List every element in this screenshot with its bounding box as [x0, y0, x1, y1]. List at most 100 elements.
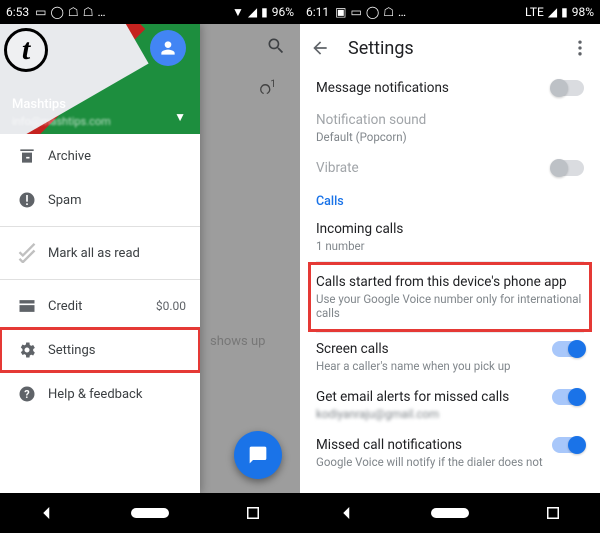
drawer-item-label: Spam	[40, 193, 186, 208]
setting-title: Calls started from this device's phone a…	[316, 274, 584, 290]
drawer-item-spam[interactable]: Spam	[0, 178, 200, 222]
toggle[interactable]	[552, 389, 584, 405]
msg-icon: ▭	[35, 5, 46, 19]
phone-left: 6:53 ▭ ◯ ☖ ☖ … ▼ ◢ ▮ 96% റ1 shows up	[0, 0, 300, 533]
overflow-icon[interactable]	[570, 38, 590, 58]
credit-icon	[14, 296, 40, 316]
account-name: Mashtips	[12, 97, 66, 112]
signal-icon: ◢	[248, 5, 257, 19]
app-body: റ1 shows up Mashtips info@mashtips.com ▼…	[0, 24, 300, 493]
setting-title: Missed call notifications	[316, 437, 584, 453]
archive-icon	[14, 146, 40, 166]
status-bar: 6:11 ▣ ▭ ◯ ☖ … LTE ◢ ▮ 98%	[300, 0, 600, 24]
back-icon[interactable]	[338, 504, 356, 522]
drawer-item-label: Archive	[40, 149, 186, 164]
setting-message-notifications[interactable]: Message notifications	[316, 72, 584, 104]
watermark: t	[4, 28, 48, 72]
setting-title: Screen calls	[316, 341, 584, 357]
account-email: info@mashtips.com	[12, 115, 111, 128]
more-icon: …	[97, 5, 105, 19]
settings-body: Settings Message notifications Notificat…	[300, 24, 600, 493]
page-title: Settings	[348, 38, 570, 59]
battery-pct: 96%	[272, 5, 294, 19]
recents-icon[interactable]	[244, 504, 262, 522]
setting-incoming-calls[interactable]: Incoming calls 1 number	[316, 213, 584, 261]
toggle[interactable]	[552, 80, 584, 96]
chevron-down-icon[interactable]: ▼	[174, 110, 186, 124]
setting-email-alerts[interactable]: Get email alerts for missed calls kodiya…	[316, 381, 584, 429]
setting-subtitle: Google Voice will notify if the dialer d…	[316, 455, 584, 469]
setting-screen-calls[interactable]: Screen calls Hear a caller's name when y…	[316, 333, 584, 381]
battery-icon: ▮	[561, 5, 568, 19]
home-pill[interactable]	[131, 508, 169, 518]
help-icon: ?	[14, 384, 40, 404]
setting-subtitle: Default (Popcorn)	[316, 130, 584, 144]
status-right-icons: LTE ◢ ▮ 98%	[525, 5, 594, 19]
setting-vibrate: Vibrate	[316, 152, 584, 184]
drawer-item-archive[interactable]: Archive	[0, 134, 200, 178]
person-icon	[158, 38, 178, 58]
setting-title: Vibrate	[316, 160, 584, 176]
drawer-item-credit[interactable]: Credit $0.00	[0, 284, 200, 328]
drawer-item-label: Settings	[40, 343, 186, 358]
phone-right: 6:11 ▣ ▭ ◯ ☖ … LTE ◢ ▮ 98% Settings Mess…	[300, 0, 600, 533]
whatsapp-icon: ◯	[50, 5, 63, 19]
drawer-item-settings[interactable]: Settings	[0, 328, 200, 372]
voicemail-icon: ☖	[68, 5, 79, 19]
status-notif-icons: ▣ ▭ ◯ ☖ …	[335, 5, 525, 19]
nav-drawer: Mashtips info@mashtips.com ▼ Archive Spa…	[0, 24, 200, 493]
avatar[interactable]	[150, 30, 186, 66]
home-pill[interactable]	[431, 508, 469, 518]
empty-state-text: shows up	[210, 334, 265, 349]
wifi-icon: ▼	[232, 5, 244, 19]
back-arrow-icon[interactable]	[310, 38, 330, 58]
setting-title: Get email alerts for missed calls	[316, 389, 584, 405]
compose-fab[interactable]	[234, 431, 282, 479]
toggle[interactable]	[552, 437, 584, 453]
setting-notification-sound: Notification sound Default (Popcorn)	[316, 104, 584, 152]
drawer-scrim[interactable]	[200, 24, 300, 493]
setting-subtitle: Hear a caller's name when you pick up	[316, 359, 584, 373]
image-icon: ▣	[335, 5, 346, 19]
setting-title: Message notifications	[316, 80, 584, 96]
setting-missed-notifications[interactable]: Missed call notifications Google Voice w…	[316, 429, 584, 477]
back-icon[interactable]	[38, 504, 56, 522]
section-header-calls: Calls	[316, 184, 584, 213]
svg-text:?: ?	[24, 388, 29, 401]
status-bar: 6:53 ▭ ◯ ☖ ☖ … ▼ ◢ ▮ 96%	[0, 0, 300, 24]
setting-phone-app-calls[interactable]: Calls started from this device's phone a…	[312, 266, 588, 328]
setting-subtitle: Use your Google Voice number only for in…	[316, 292, 584, 320]
status-right-icons: ▼ ◢ ▮ 96%	[232, 5, 294, 19]
drawer-item-label: Mark all as read	[40, 246, 186, 261]
status-notif-icons: ▭ ◯ ☖ ☖ …	[35, 5, 232, 19]
voicemail-icon: ☖	[383, 5, 394, 19]
android-navbar	[0, 493, 300, 533]
drawer-item-help[interactable]: ? Help & feedback	[0, 372, 200, 416]
drawer-item-label: Credit	[40, 299, 156, 314]
recents-icon[interactable]	[544, 504, 562, 522]
settings-list: Message notifications Notification sound…	[300, 72, 600, 493]
whatsapp-icon: ◯	[366, 5, 379, 19]
drawer-list: Archive Spam Mark all as read Credit $0.…	[0, 134, 200, 493]
toggle[interactable]	[552, 341, 584, 357]
setting-title: Incoming calls	[316, 221, 584, 237]
android-navbar	[300, 493, 600, 533]
spam-icon	[14, 190, 40, 210]
setting-subtitle: 1 number	[316, 239, 584, 253]
battery-icon: ▮	[261, 5, 268, 19]
credit-value: $0.00	[156, 299, 186, 313]
drawer-item-mark-read[interactable]: Mark all as read	[0, 231, 200, 275]
status-time: 6:53	[6, 5, 29, 19]
more-icon: …	[398, 5, 406, 19]
setting-subtitle: kodiyanraju@gmail.com	[316, 407, 584, 421]
signal-icon: ◢	[548, 5, 557, 19]
chat-icon	[248, 445, 268, 465]
settings-toolbar: Settings	[300, 24, 600, 72]
markread-icon	[14, 243, 40, 263]
drawer-item-label: Help & feedback	[40, 387, 186, 402]
gear-icon	[14, 340, 40, 360]
battery-pct: 98%	[572, 5, 594, 19]
status-time: 6:11	[306, 5, 329, 19]
voicemail-icon: ☖	[83, 5, 94, 19]
setting-title: Notification sound	[316, 112, 584, 128]
